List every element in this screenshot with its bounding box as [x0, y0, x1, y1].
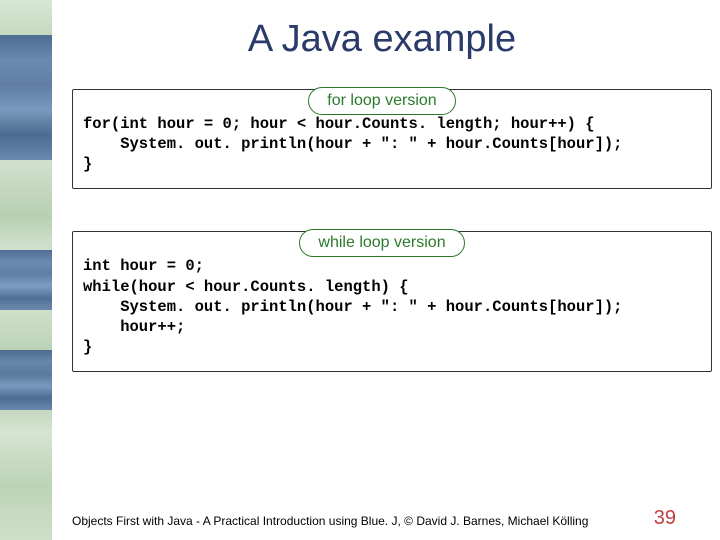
footer: Objects First with Java - A Practical In… — [72, 514, 692, 528]
while-label-wrap: while loop version — [62, 229, 702, 247]
slide-content: A Java example for loop version for(int … — [52, 0, 720, 540]
bg-blue-patch — [0, 250, 52, 310]
for-loop-label: for loop version — [308, 87, 455, 115]
slide-title: A Java example — [62, 0, 702, 87]
bg-blue-patch — [0, 35, 52, 160]
page-number: 39 — [654, 507, 676, 530]
footer-text: Objects First with Java - A Practical In… — [72, 514, 588, 528]
while-loop-label: while loop version — [299, 229, 464, 257]
bg-blue-patch — [0, 350, 52, 410]
for-label-wrap: for loop version — [62, 87, 702, 105]
background-strip — [0, 0, 52, 540]
spacer — [52, 189, 720, 229]
